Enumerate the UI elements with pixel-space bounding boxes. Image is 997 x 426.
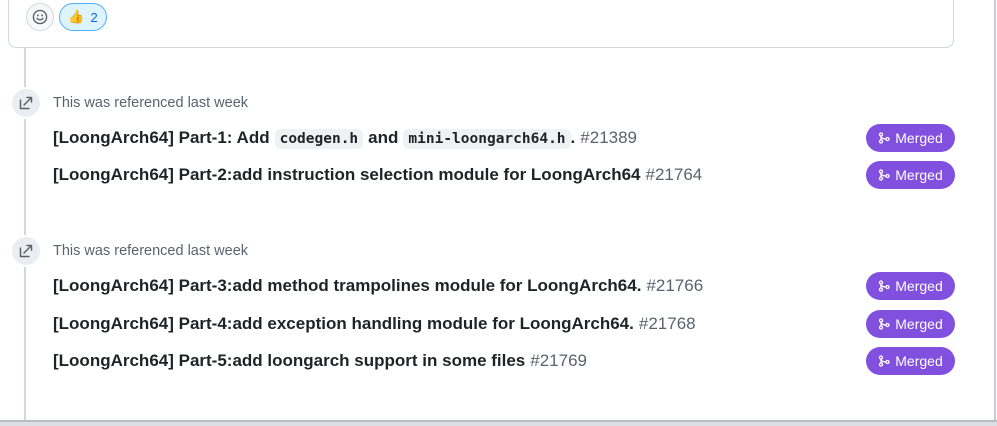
merge-icon bbox=[879, 169, 890, 181]
merged-badge: Merged bbox=[866, 310, 955, 338]
thumbs-up-reaction[interactable]: 👍 2 bbox=[59, 3, 107, 31]
window-edge-bottom bbox=[0, 420, 997, 426]
merged-badge: Merged bbox=[866, 124, 955, 152]
merge-icon bbox=[879, 318, 890, 330]
reference-header: This was referenced last week bbox=[53, 243, 249, 259]
reaction-count: 2 bbox=[90, 9, 98, 25]
merge-icon bbox=[879, 132, 890, 144]
code-inline: codegen.h bbox=[274, 129, 364, 149]
pr-number: #21768 bbox=[638, 314, 696, 333]
merged-badge: Merged bbox=[866, 347, 955, 375]
pr-number: #21769 bbox=[530, 351, 587, 370]
add-reaction-button[interactable] bbox=[26, 3, 54, 31]
pr-link-21769[interactable]: [LoongArch64] Part-5:add loongarch suppo… bbox=[53, 351, 587, 371]
merge-icon bbox=[879, 280, 890, 292]
code-inline: mini-loongarch64.h bbox=[403, 129, 571, 149]
pr-link-21764[interactable]: [LoongArch64] Part-2:add instruction sel… bbox=[53, 165, 702, 185]
merged-badge: Merged bbox=[866, 272, 955, 300]
cross-reference-icon bbox=[10, 87, 42, 119]
window-edge-right bbox=[994, 0, 996, 424]
merge-icon bbox=[879, 355, 890, 367]
merged-badge: Merged bbox=[866, 161, 955, 189]
cross-reference-icon bbox=[10, 235, 42, 267]
reference-header: This was referenced last week bbox=[53, 95, 249, 111]
smiley-icon bbox=[32, 9, 48, 25]
pr-number: #21389 bbox=[580, 128, 638, 147]
pr-link-21768[interactable]: [LoongArch64] Part-4:add exception handl… bbox=[53, 314, 696, 334]
pr-link-21389[interactable]: [LoongArch64] Part-1: Add codegen.h and … bbox=[53, 128, 637, 149]
thumbs-up-icon: 👍 bbox=[68, 9, 85, 24]
pr-number: #21764 bbox=[645, 165, 703, 184]
pr-number: #21766 bbox=[646, 276, 704, 295]
pr-link-21766[interactable]: [LoongArch64] Part-3:add method trampoli… bbox=[53, 276, 703, 296]
comment-box bbox=[8, 0, 954, 48]
